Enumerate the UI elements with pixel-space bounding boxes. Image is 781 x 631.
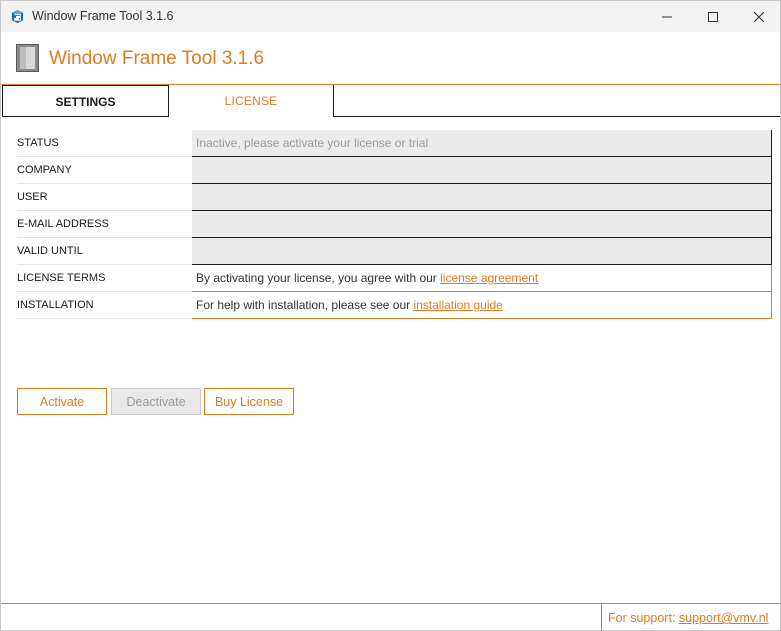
tab-divider — [2, 116, 169, 117]
maximize-icon — [708, 11, 718, 22]
user-row: USER — [17, 184, 772, 211]
license-form: STATUS Inactive, please activate your li… — [17, 130, 772, 319]
user-label: USER — [17, 184, 192, 211]
company-row: COMPANY — [17, 157, 772, 184]
installation-value: For help with installation, please see o… — [192, 292, 772, 319]
status-field[interactable]: Inactive, please activate your license o… — [192, 130, 772, 157]
app-header: Window Frame Tool 3.1.6 — [1, 32, 780, 85]
footer: For support: support@vmv.nl — [1, 603, 780, 631]
close-icon — [754, 11, 764, 22]
license-terms-value: By activating your license, you agree wi… — [192, 265, 772, 292]
app-title: Window Frame Tool 3.1.6 — [49, 48, 265, 69]
license-terms-row: LICENSE TERMS By activating your license… — [17, 265, 772, 292]
support-info: For support: support@vmv.nl — [601, 604, 768, 631]
deactivate-button[interactable]: Deactivate — [111, 388, 201, 415]
tab-bar: SETTINGS LICENSE — [1, 85, 780, 118]
email-label: E-MAIL ADDRESS — [17, 211, 192, 238]
status-label: STATUS — [17, 130, 192, 157]
app-window: Window Frame Tool 3.1.6 Window Frame Too… — [0, 0, 781, 631]
installation-row: INSTALLATION For help with installation,… — [17, 292, 772, 319]
valid-until-row: VALID UNTIL — [17, 238, 772, 265]
company-label: COMPANY — [17, 157, 192, 184]
support-email-link[interactable]: support@vmv.nl — [679, 611, 769, 625]
close-button[interactable] — [736, 1, 781, 32]
company-field[interactable] — [192, 157, 772, 184]
maximize-button[interactable] — [690, 1, 736, 32]
tab-settings[interactable]: SETTINGS — [2, 85, 169, 117]
title-bar[interactable]: Window Frame Tool 3.1.6 — [1, 1, 780, 32]
activate-button[interactable]: Activate — [17, 388, 107, 415]
email-field[interactable] — [192, 211, 772, 238]
license-terms-text: By activating your license, you agree wi… — [196, 271, 441, 285]
installation-guide-link[interactable]: installation guide — [413, 298, 502, 312]
minimize-icon — [662, 16, 672, 17]
tab-divider — [334, 116, 780, 117]
license-terms-label: LICENSE TERMS — [17, 265, 192, 292]
status-row: STATUS Inactive, please activate your li… — [17, 130, 772, 157]
user-field[interactable] — [192, 184, 772, 211]
tab-license[interactable]: LICENSE — [169, 85, 334, 117]
minimize-button[interactable] — [644, 1, 690, 32]
valid-until-label: VALID UNTIL — [17, 238, 192, 265]
license-agreement-link[interactable]: license agreement — [440, 271, 538, 285]
support-text: For support: — [608, 611, 679, 625]
email-row: E-MAIL ADDRESS — [17, 211, 772, 238]
window-title: Window Frame Tool 3.1.6 — [32, 9, 174, 23]
app-logo-icon — [11, 9, 24, 24]
installation-label: INSTALLATION — [17, 292, 192, 319]
buy-license-button[interactable]: Buy License — [204, 388, 294, 415]
window-frame-icon — [16, 44, 39, 72]
valid-until-field[interactable] — [192, 238, 772, 265]
installation-text: For help with installation, please see o… — [196, 298, 414, 312]
